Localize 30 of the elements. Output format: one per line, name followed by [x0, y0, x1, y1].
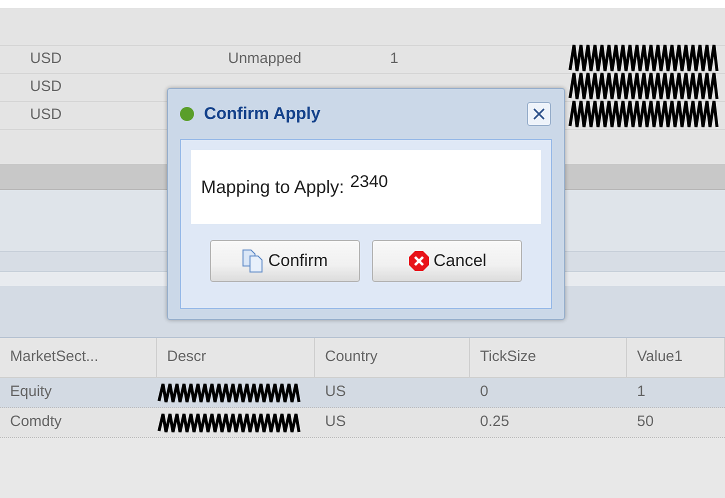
- currency-cell-text: USD: [30, 105, 62, 126]
- grid-row[interactable]: Comdty US 0.25 50: [0, 408, 725, 438]
- currency-cell-text: USD: [30, 77, 62, 98]
- table-cell-text: US: [325, 382, 346, 402]
- column-header[interactable]: Value1: [627, 338, 725, 377]
- grid-row[interactable]: Equity US 0 1: [0, 378, 725, 408]
- table-cell-text: US: [325, 412, 346, 432]
- confirm-button[interactable]: Confirm: [210, 240, 360, 282]
- column-header[interactable]: MarketSect...: [0, 338, 157, 377]
- table-cell-text: Equity: [10, 382, 52, 402]
- cancel-icon: [408, 250, 430, 272]
- cancel-button[interactable]: Cancel: [372, 240, 522, 282]
- copy-pages-icon: [242, 249, 264, 273]
- column-header[interactable]: TickSize: [470, 338, 627, 377]
- column-header[interactable]: Country: [315, 338, 470, 377]
- mapping-value: 2340: [350, 171, 388, 194]
- table-cell-text: 0.25: [480, 412, 510, 432]
- currency-cell-text: USD: [30, 49, 62, 70]
- close-button[interactable]: [527, 102, 551, 126]
- table-cell-text: 50: [637, 412, 654, 432]
- table-cell-text: Comdty: [10, 412, 62, 432]
- status-cell-text: Unmapped: [228, 49, 302, 70]
- status-dot-icon: [180, 107, 194, 121]
- mapping-label: Mapping to Apply:: [201, 176, 344, 199]
- column-header[interactable]: Descr: [157, 338, 315, 377]
- close-icon: [533, 108, 545, 120]
- count-cell-text: 1: [390, 49, 398, 70]
- table-cell-text: 1: [637, 382, 646, 402]
- dialog-title: Confirm Apply: [204, 103, 320, 126]
- table-cell-text: 0: [480, 382, 488, 402]
